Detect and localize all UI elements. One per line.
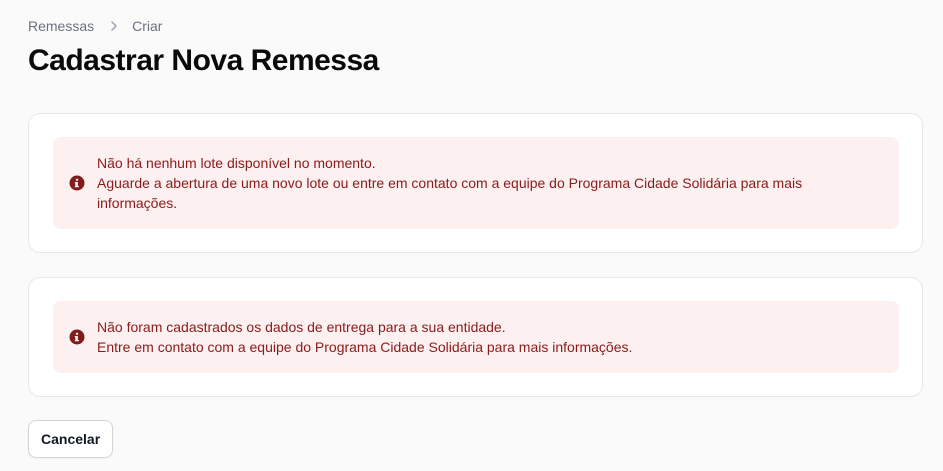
info-circle-icon bbox=[69, 175, 85, 191]
breadcrumb: Remessas Criar bbox=[28, 18, 162, 34]
info-circle-icon bbox=[69, 329, 85, 345]
alert-line: Aguarde a abertura de uma novo lote ou e… bbox=[97, 175, 803, 211]
chevron-right-icon bbox=[106, 18, 122, 34]
alert-line: Entre em contato com a equipe do Program… bbox=[97, 339, 633, 355]
alert-no-lote: Não há nenhum lote disponível no momento… bbox=[53, 137, 899, 229]
breadcrumb-item-remessas[interactable]: Remessas bbox=[28, 18, 94, 34]
card-entrega: Não foram cadastrados os dados de entreg… bbox=[28, 277, 923, 397]
alert-line: Não há nenhum lote disponível no momento… bbox=[97, 155, 376, 171]
cancel-button[interactable]: Cancelar bbox=[28, 420, 114, 458]
alert-message: Não há nenhum lote disponível no momento… bbox=[97, 153, 883, 213]
alert-no-delivery-data: Não foram cadastrados os dados de entreg… bbox=[53, 301, 899, 373]
breadcrumb-item-criar: Criar bbox=[132, 18, 163, 34]
alert-line: Não foram cadastrados os dados de entreg… bbox=[97, 319, 506, 335]
alert-message: Não foram cadastrados os dados de entreg… bbox=[97, 317, 632, 357]
page-title: Cadastrar Nova Remessa bbox=[28, 44, 379, 77]
page: Remessas Criar Cadastrar Nova Remessa Nã… bbox=[0, 0, 943, 471]
card-lote: Não há nenhum lote disponível no momento… bbox=[28, 113, 923, 253]
